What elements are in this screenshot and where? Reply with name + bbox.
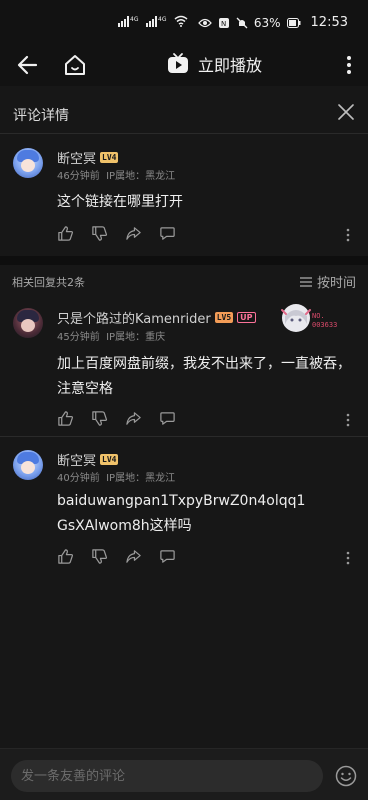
tv-play-icon xyxy=(168,53,188,73)
share-icon[interactable] xyxy=(125,548,142,565)
more-vertical-icon[interactable] xyxy=(344,53,354,77)
reply-text: baiduwangpan1TxpyBrwZ0n4olqq1GsXAlwom8h这… xyxy=(57,493,306,534)
reply-icon[interactable] xyxy=(159,410,176,427)
reply-ip: IP属地：重庆 xyxy=(106,332,166,343)
fan-number-value: 003633 xyxy=(312,321,338,329)
sort-list-icon xyxy=(299,276,312,287)
comment-detail-header: 评论详情 xyxy=(0,92,368,134)
mute-icon xyxy=(236,17,248,28)
reply-username[interactable]: 只是个路过的Kamenrider LV5 UP xyxy=(57,308,256,327)
reply-username[interactable]: 断空冥 LV4 xyxy=(57,450,119,469)
dislike-icon[interactable] xyxy=(91,225,108,242)
section-divider xyxy=(0,256,368,265)
play-now-label: 立即播放 xyxy=(198,56,263,75)
comment-more-icon[interactable] xyxy=(346,228,350,242)
fan-badge: NO. 003633 xyxy=(280,302,358,334)
alarm-icon: N xyxy=(218,17,229,28)
close-icon[interactable] xyxy=(338,104,354,120)
sort-label: 按时间 xyxy=(316,276,356,291)
comment-text: 这个链接在哪里打开 xyxy=(57,194,183,210)
fan-number-label: NO. xyxy=(312,312,325,320)
username-text: 断空冥 xyxy=(57,152,97,167)
username-text: 断空冥 xyxy=(57,454,97,469)
wifi-icon xyxy=(174,15,188,27)
sort-button[interactable]: 按时间 xyxy=(299,272,356,291)
back-arrow-icon[interactable] xyxy=(16,54,40,76)
like-icon[interactable] xyxy=(57,548,74,565)
comment-ip: IP属地：黑龙江 xyxy=(106,171,176,182)
comment-input-wrapper xyxy=(11,760,323,792)
top-nav: 立即播放 xyxy=(0,44,368,86)
replies-count: 相关回复共2条 xyxy=(12,276,85,289)
svg-text:4G: 4G xyxy=(130,16,139,23)
svg-text:N: N xyxy=(221,20,226,28)
reply-text: 加上百度网盘前缀，我发不出来了，一直被吞，注意空格 xyxy=(57,356,351,397)
eye-icon xyxy=(198,18,212,27)
username-text: 只是个路过的Kamenrider xyxy=(57,312,211,327)
main-comment: 断空冥 LV4 46分钟前 IP属地：黑龙江 这个链接在哪里打开 xyxy=(0,134,368,258)
reply-meta: 45分钟前 IP属地：重庆 xyxy=(57,328,165,343)
fan-number: NO. 003633 xyxy=(312,312,337,330)
dislike-icon[interactable] xyxy=(91,548,108,565)
status-bar: 4G 4G N 63% 12:53 xyxy=(0,0,368,44)
comment-meta: 46分钟前 IP属地：黑龙江 xyxy=(57,167,175,182)
avatar[interactable] xyxy=(13,148,43,178)
share-icon[interactable] xyxy=(125,225,142,242)
reply-item: 断空冥 LV4 40分钟前 IP属地：黑龙江 baiduwangpan1Txpy… xyxy=(0,437,368,577)
reply-actions xyxy=(57,410,176,427)
like-icon[interactable] xyxy=(57,225,74,242)
reply-more-icon[interactable] xyxy=(346,551,350,565)
signal-icon: 4G xyxy=(118,16,139,27)
comment-actions xyxy=(57,225,176,242)
reply-icon[interactable] xyxy=(159,225,176,242)
signal-icon-2: 4G xyxy=(146,16,167,27)
reply-meta: 40分钟前 IP属地：黑龙江 xyxy=(57,469,175,484)
avatar[interactable] xyxy=(13,308,43,338)
level-badge: LV4 xyxy=(100,152,119,163)
fan-badge-character-icon xyxy=(281,304,311,332)
dislike-icon[interactable] xyxy=(91,410,108,427)
reply-more-icon[interactable] xyxy=(346,413,350,427)
svg-text:4G: 4G xyxy=(158,16,167,23)
comment-input-bar xyxy=(0,748,368,800)
battery-icon xyxy=(286,17,301,28)
level-badge: LV5 xyxy=(214,312,234,323)
panel-title: 评论详情 xyxy=(13,108,69,124)
share-icon[interactable] xyxy=(125,410,142,427)
home-icon[interactable] xyxy=(63,53,87,77)
level-badge: LV4 xyxy=(100,454,119,465)
comment-username[interactable]: 断空冥 LV4 xyxy=(57,148,119,167)
status-right: N 63% 12:53 xyxy=(198,15,348,30)
up-badge: UP xyxy=(237,312,256,323)
reply-time: 45分钟前 xyxy=(57,332,100,343)
reply-ip: IP属地：黑龙江 xyxy=(106,473,176,484)
comment-time: 46分钟前 xyxy=(57,171,100,182)
play-now-button[interactable]: 立即播放 xyxy=(166,52,262,76)
emoji-icon[interactable] xyxy=(335,765,357,787)
clock: 12:53 xyxy=(310,15,348,30)
reply-time: 40分钟前 xyxy=(57,473,100,484)
battery-percent: 63% xyxy=(253,15,281,30)
avatar[interactable] xyxy=(13,450,43,480)
status-left: 4G 4G xyxy=(118,15,188,27)
replies-bar: 相关回复共2条 按时间 xyxy=(0,266,368,296)
comment-input[interactable] xyxy=(11,760,323,792)
reply-icon[interactable] xyxy=(159,548,176,565)
reply-actions xyxy=(57,548,176,565)
like-icon[interactable] xyxy=(57,410,74,427)
